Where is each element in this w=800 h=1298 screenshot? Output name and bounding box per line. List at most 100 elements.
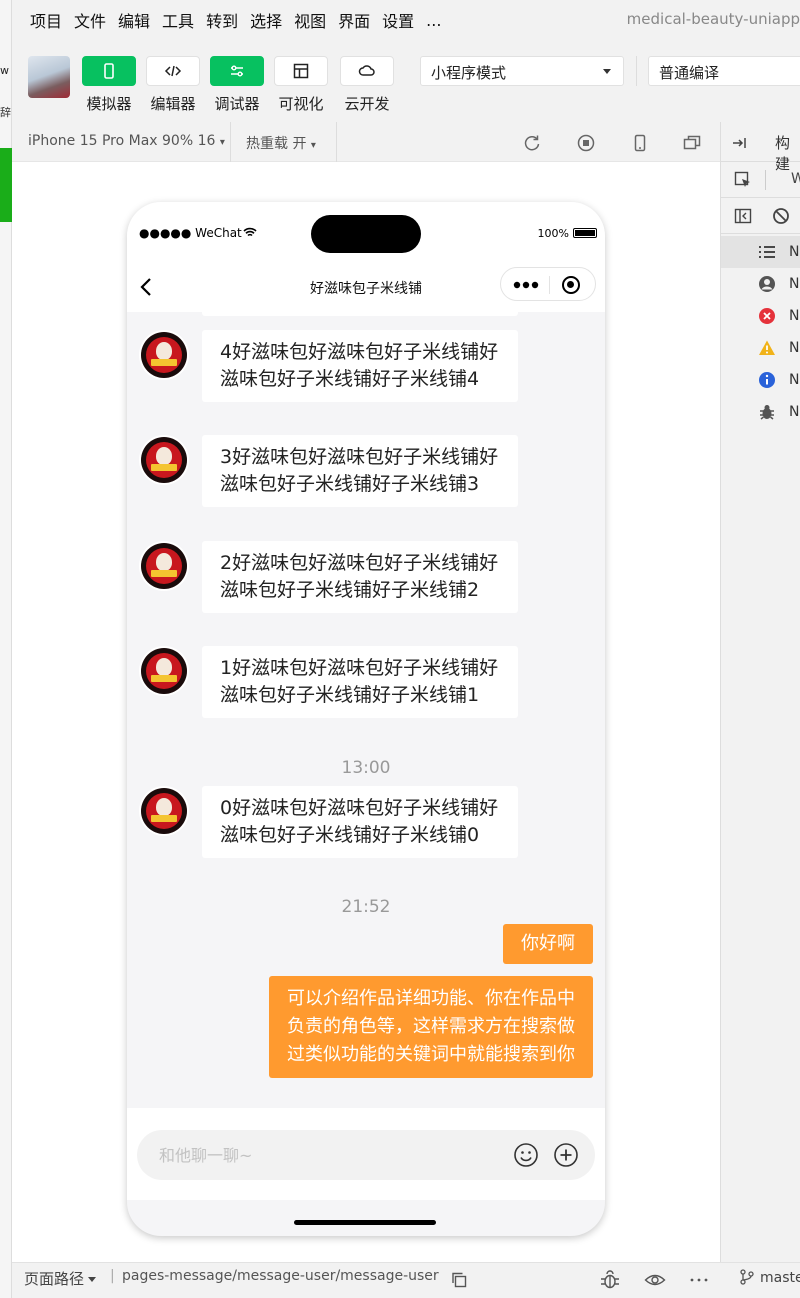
shop-avatar[interactable]: [139, 541, 189, 591]
filter-label: N: [789, 308, 800, 324]
divider: |: [110, 1268, 115, 1284]
git-branch-indicator[interactable]: maste: [740, 1269, 800, 1286]
list-icon: [757, 242, 777, 262]
console-filter-errors[interactable]: N: [721, 300, 800, 332]
menu-item-edit[interactable]: 编辑: [118, 8, 150, 32]
emoji-icon[interactable]: [513, 1142, 539, 1168]
eye-icon[interactable]: [644, 1269, 666, 1291]
app-title: medical-beauty-uniapp: [626, 10, 800, 28]
mode-select[interactable]: 小程序模式: [420, 56, 624, 86]
bug-icon[interactable]: [599, 1269, 621, 1291]
copy-icon[interactable]: [450, 1271, 468, 1289]
user-circle-icon: [757, 274, 777, 294]
shop-avatar[interactable]: [139, 786, 189, 836]
menu-item-goto[interactable]: 转到: [206, 8, 238, 32]
home-indicator: [294, 1220, 436, 1225]
compile-select-value: 普通编译: [659, 64, 720, 82]
detach-window-icon[interactable]: [682, 133, 702, 153]
refresh-icon[interactable]: [522, 133, 542, 153]
chevron-down-icon: ▾: [310, 140, 316, 151]
simulator-area: ●●●●● WeChat 100% 好滋味包子米线铺 4好滋味包好滋味包好子米线…: [12, 162, 720, 1262]
chevron-down-icon: ▾: [219, 137, 225, 148]
battery-percent: 100%: [537, 227, 569, 240]
page-path-label: 页面路径: [24, 1270, 85, 1288]
page-path-dropdown[interactable]: 页面路径: [24, 1268, 97, 1289]
phone-frame: ●●●●● WeChat 100% 好滋味包子米线铺 4好滋味包好滋味包好子米线…: [127, 202, 605, 1236]
chat-bubble-partial: [202, 312, 518, 316]
page-route: pages-message/message-user/message-user: [122, 1268, 439, 1284]
console-filter-warnings[interactable]: N: [721, 332, 800, 364]
visual-label: 可视化: [278, 95, 324, 113]
menu-item-interface[interactable]: 界面: [338, 8, 370, 32]
carrier-label: ●●●●● WeChat: [139, 226, 257, 240]
editor-button[interactable]: [146, 56, 200, 86]
console-filter-verbose[interactable]: N: [721, 396, 800, 428]
background-window-green-strip: [0, 148, 12, 222]
divider: [336, 122, 337, 162]
more-dots-icon[interactable]: [513, 281, 539, 289]
background-window-text-2: 辞: [0, 106, 11, 118]
chat-timestamp: 13:00: [341, 758, 391, 778]
clear-console-icon[interactable]: [771, 206, 791, 226]
chat-bubble-sent[interactable]: 可以介绍作品详细功能、你在作品中负责的角色等，这样需求方在搜索做过类似功能的关键…: [269, 976, 593, 1078]
filter-label: N: [789, 404, 800, 420]
chevron-down-icon: [88, 1277, 97, 1282]
sidebar-toggle-icon[interactable]: [733, 206, 753, 226]
phone-preview-icon[interactable]: [630, 133, 650, 153]
bottom-status-bar: 页面路径 | pages-message/message-user/messag…: [12, 1262, 800, 1298]
chat-bubble-received[interactable]: 0好滋味包好滋味包好子米线铺好滋味包好子米线铺好子米线铺0: [202, 786, 518, 858]
code-icon: [164, 65, 182, 77]
collapse-panel-icon[interactable]: [731, 134, 749, 152]
inspect-cursor-icon[interactable]: [733, 170, 753, 190]
chat-message-list[interactable]: 4好滋味包好滋味包好子米线铺好滋味包好子米线铺好子米线铺4 3好滋味包好滋味包好…: [127, 312, 605, 1108]
chat-input[interactable]: [159, 1143, 489, 1167]
console-filter-all[interactable]: N: [721, 236, 800, 268]
editor-label: 编辑器: [150, 95, 196, 113]
simulator-header: iPhone 15 Pro Max 90% 16 ▾ 热重载 开 ▾: [12, 122, 720, 162]
dynamic-island: [311, 215, 421, 253]
debug-panel-tools: W: [721, 162, 800, 198]
debugger-button[interactable]: [210, 56, 264, 86]
visual-button[interactable]: [274, 56, 328, 86]
menu-item-more[interactable]: ...: [426, 11, 441, 30]
simulator-button[interactable]: [82, 56, 136, 86]
cloud-dev-button[interactable]: [340, 56, 394, 86]
shop-avatar[interactable]: [139, 646, 189, 696]
devtools-window: 项目 文件 编辑 工具 转到 选择 视图 界面 设置 ... medical-b…: [12, 0, 800, 1298]
add-icon[interactable]: [553, 1142, 579, 1168]
menu-item-tools[interactable]: 工具: [162, 8, 194, 32]
menu-item-project[interactable]: 项目: [30, 8, 62, 32]
hot-reload-toggle[interactable]: 热重载 开 ▾: [246, 133, 316, 153]
bug-icon: [757, 402, 777, 422]
stop-icon[interactable]: [576, 133, 596, 153]
chat-bubble-received[interactable]: 1好滋味包好滋味包好子米线铺好滋味包好子米线铺好子米线铺1: [202, 646, 518, 718]
shop-avatar[interactable]: [139, 435, 189, 485]
filter-label: N: [789, 276, 800, 292]
shop-avatar[interactable]: [139, 330, 189, 380]
panel-tab-label[interactable]: W: [791, 171, 800, 187]
menu-item-file[interactable]: 文件: [74, 8, 106, 32]
console-filter-info[interactable]: N: [721, 364, 800, 396]
chat-bubble-received[interactable]: 2好滋味包好滋味包好子米线铺好滋味包好子米线铺好子米线铺2: [202, 541, 518, 613]
more-horizontal-icon[interactable]: [688, 1269, 710, 1291]
mini-program-navbar: 好滋味包子米线铺: [127, 262, 605, 312]
cloud-dev-label: 云开发: [344, 95, 390, 113]
menu-item-select[interactable]: 选择: [250, 8, 282, 32]
compile-select[interactable]: 普通编译: [648, 56, 800, 86]
menu-item-settings[interactable]: 设置: [382, 8, 414, 32]
toolbar: 模拟器 编辑器 调试器 可视化 云开发 小程序模式 普通编译: [12, 40, 800, 122]
simulator-label: 模拟器: [86, 95, 132, 113]
chat-timestamp: 21:52: [341, 897, 391, 917]
phone-status-bar: ●●●●● WeChat 100%: [127, 202, 605, 262]
chat-bubble-sent[interactable]: 你好啊: [503, 924, 593, 964]
chat-bubble-received[interactable]: 4好滋味包好滋味包好子米线铺好滋味包好子米线铺好子米线铺4: [202, 330, 518, 402]
console-filter-user[interactable]: N: [721, 268, 800, 300]
divider: [230, 122, 231, 162]
device-select[interactable]: iPhone 15 Pro Max 90% 16 ▾: [28, 133, 225, 149]
menu-item-view[interactable]: 视图: [294, 8, 326, 32]
debugger-label: 调试器: [214, 95, 260, 113]
chat-bubble-received[interactable]: 3好滋味包好滋味包好子米线铺好滋味包好子米线铺好子米线铺3: [202, 435, 518, 507]
cloud-icon: [358, 65, 375, 76]
user-avatar[interactable]: [28, 56, 70, 98]
close-miniprogram-icon[interactable]: [562, 276, 580, 294]
